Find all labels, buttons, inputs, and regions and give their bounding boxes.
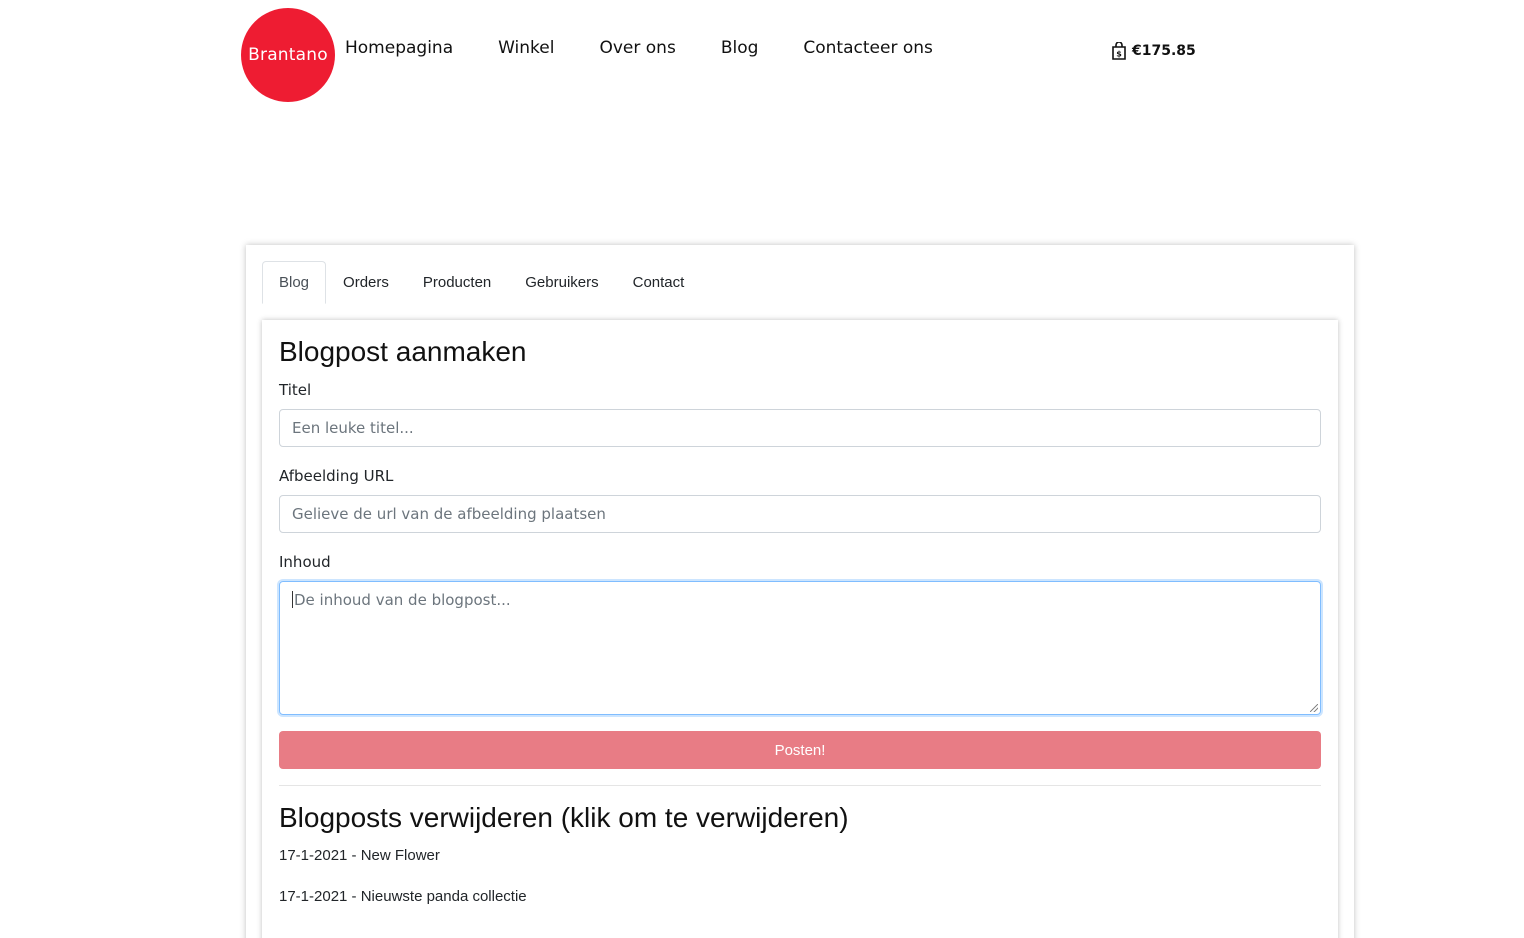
text-caret [292, 591, 293, 608]
nav-item-homepagina[interactable]: Homepagina [345, 38, 453, 58]
content-label: Inhoud [279, 553, 331, 571]
resize-handle-icon[interactable] [1310, 704, 1318, 712]
create-heading: Blogpost aanmaken [279, 336, 527, 367]
tab-blog[interactable]: Blog [262, 261, 327, 304]
nav-item-blog[interactable]: Blog [721, 38, 759, 58]
nav-item-over-ons[interactable]: Over ons [599, 38, 675, 58]
tab-gebruikers[interactable]: Gebruikers [508, 261, 615, 304]
cart-link[interactable]: $ €175.85 [1111, 42, 1196, 60]
content-textarea[interactable]: De inhoud van de blogpost... [279, 581, 1321, 715]
blogpost-item[interactable]: 17-1-2021 - New Flower [279, 847, 440, 864]
section-divider [279, 785, 1321, 786]
tab-contact[interactable]: Contact [616, 261, 702, 304]
title-label: Titel [279, 381, 312, 399]
delete-heading: Blogposts verwijderen (klik om te verwij… [279, 802, 849, 833]
tab-producten[interactable]: Producten [406, 261, 508, 304]
brand-logo-text: Brantano [248, 45, 328, 65]
blogpost-item[interactable]: 17-1-2021 - Nieuwste panda collectie [279, 888, 527, 905]
brand-logo[interactable]: Brantano [241, 8, 335, 102]
main-nav: Homepagina Winkel Over ons Blog Contacte… [345, 38, 978, 58]
cart-total: €175.85 [1132, 43, 1196, 59]
content-placeholder: De inhoud van de blogpost... [294, 591, 511, 609]
image-url-label: Afbeelding URL [279, 467, 394, 485]
svg-text:$: $ [1116, 50, 1122, 59]
title-input[interactable]: Een leuke titel... [279, 409, 1321, 447]
nav-item-winkel[interactable]: Winkel [498, 38, 554, 58]
nav-item-contacteer-ons[interactable]: Contacteer ons [803, 38, 932, 58]
blog-tab-panel: Blogpost aanmaken Titel Een leuke titel.… [262, 320, 1338, 938]
admin-panel: Blog Orders Producten Gebruikers Contact… [246, 245, 1354, 938]
image-url-input[interactable]: Gelieve de url van de afbeelding plaatse… [279, 495, 1321, 533]
admin-tabs: Blog Orders Producten Gebruikers Contact [262, 261, 701, 304]
shopping-bag-icon: $ [1112, 42, 1126, 60]
tab-orders[interactable]: Orders [326, 261, 406, 304]
post-button[interactable]: Posten! [279, 731, 1321, 769]
